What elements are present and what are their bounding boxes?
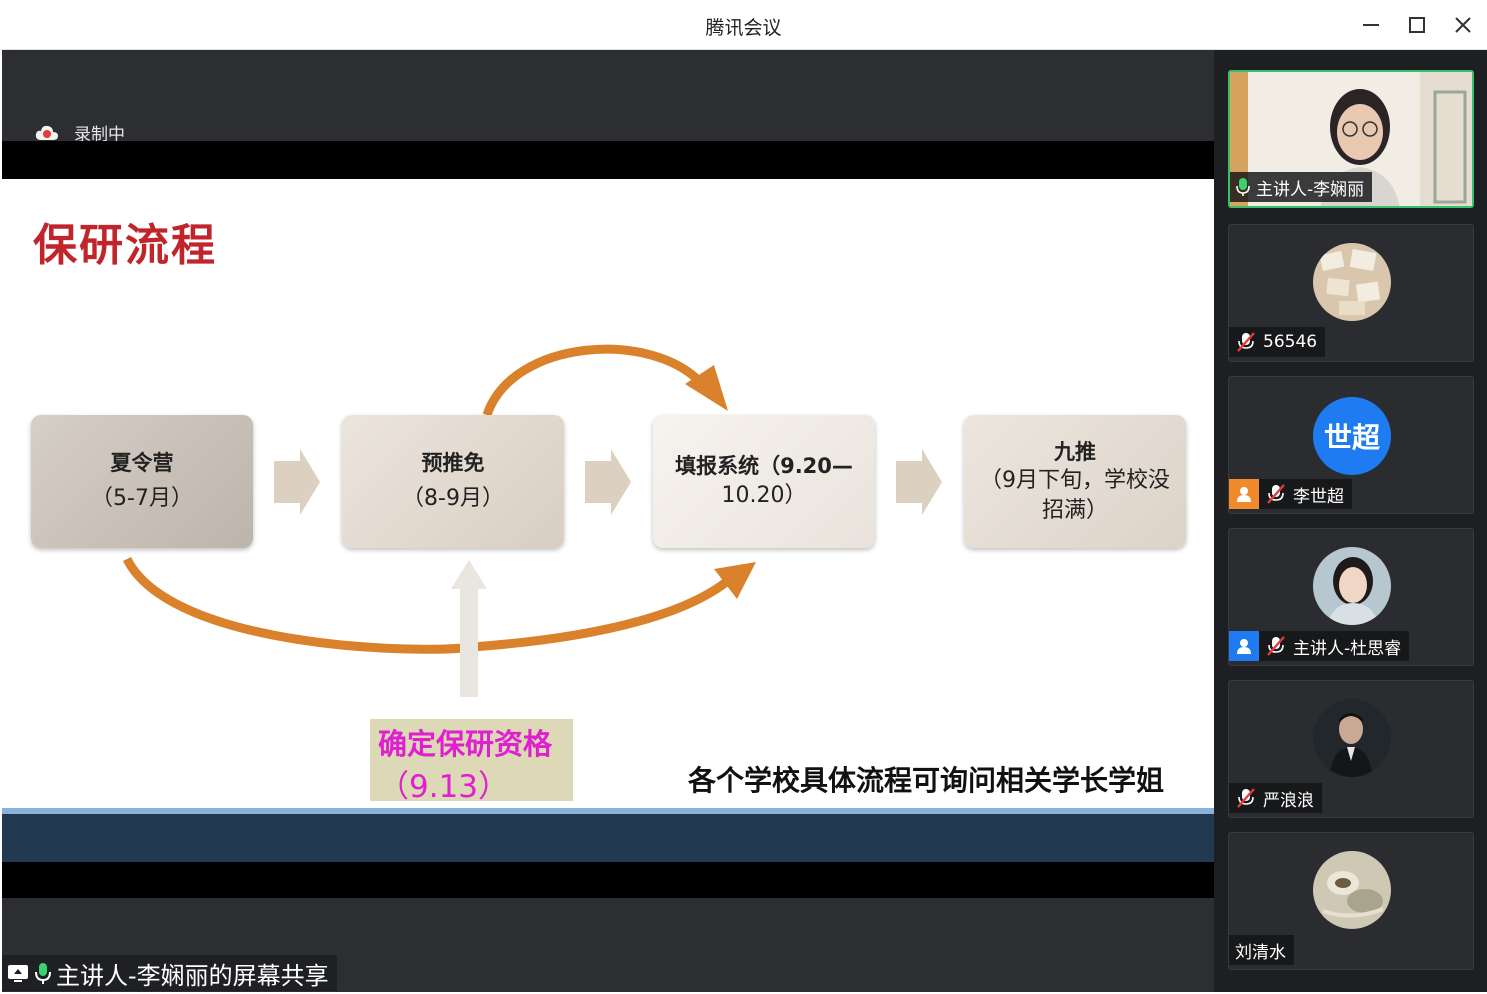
participant-tile[interactable]: 主讲人-杜思睿 <box>1228 528 1474 666</box>
title-bar: 腾讯会议 <box>0 0 1487 50</box>
participant-label: 严浪浪 <box>1229 783 1322 813</box>
minimize-icon[interactable] <box>1357 11 1385 39</box>
user-badge-icon <box>1229 479 1259 509</box>
mic-muted-icon <box>1267 636 1285 656</box>
mic-muted-icon <box>1267 484 1285 504</box>
presentation-slide: 保研流程 夏令营 （5-7月） 预推免 （8-9月） 填报系统（9.20— 10… <box>2 141 1214 898</box>
screen-share-label: 主讲人-李娴丽的屏幕共享 <box>2 955 337 991</box>
participant-tile[interactable]: 世超 李世超 <box>1228 376 1474 514</box>
mic-on-icon <box>35 963 51 984</box>
screen-share-icon <box>8 965 28 982</box>
step-summer-camp: 夏令营 （5-7月） <box>31 415 253 548</box>
mic-on-icon <box>1236 178 1250 196</box>
step-september-round: 九推 （9月下旬，学校没招满） <box>964 415 1186 548</box>
maximize-icon[interactable] <box>1403 11 1431 39</box>
participant-tile[interactable]: 56546 <box>1228 224 1474 362</box>
participant-label: 李世超 <box>1229 479 1352 509</box>
slide-note: 各个学校具体流程可询问相关学长学姐 <box>688 764 1165 797</box>
participants-panel: 主讲人-李娴丽 56546 世超 李世超 主讲人-杜思睿 严浪浪 刘清水 <box>1214 50 1487 992</box>
participant-tile-active-speaker[interactable]: 主讲人-李娴丽 <box>1228 70 1474 208</box>
avatar: 世超 <box>1313 397 1391 475</box>
avatar <box>1313 699 1391 777</box>
mic-muted-icon <box>1237 788 1255 808</box>
participant-label: 刘清水 <box>1229 935 1294 965</box>
avatar <box>1313 243 1391 321</box>
right-arrow-icon <box>274 449 320 515</box>
participant-tile[interactable]: 严浪浪 <box>1228 680 1474 818</box>
qualification-box: 确定保研资格 （9.13） <box>370 719 573 805</box>
window-title: 腾讯会议 <box>705 17 782 39</box>
avatar <box>1313 851 1391 929</box>
slide-content: 保研流程 夏令营 （5-7月） 预推免 （8-9月） 填报系统（9.20— 10… <box>2 179 1214 808</box>
up-arrow-icon <box>451 560 487 697</box>
participant-label: 主讲人-杜思睿 <box>1229 631 1410 661</box>
screen-share-text: 主讲人-李娴丽的屏幕共享 <box>56 961 329 990</box>
avatar <box>1313 547 1391 625</box>
user-badge-icon <box>1229 631 1259 661</box>
step-pre-recommendation: 预推免 （8-9月） <box>342 415 564 548</box>
step-system-registration: 填报系统（9.20— 10.20） <box>653 415 875 548</box>
slide-footer-bar <box>2 808 1214 862</box>
mic-muted-icon <box>1237 332 1255 352</box>
participant-label: 主讲人-李娴丽 <box>1230 172 1373 202</box>
participant-label: 56546 <box>1229 327 1326 357</box>
close-icon[interactable] <box>1449 11 1477 39</box>
participant-tile[interactable]: 刘清水 <box>1228 832 1474 970</box>
qualification-title: 确定保研资格 <box>378 727 553 761</box>
qualification-date: （9.13） <box>378 769 510 805</box>
cloud-recording-icon <box>35 125 58 140</box>
right-arrow-icon <box>585 449 631 515</box>
right-arrow-icon <box>896 449 942 515</box>
